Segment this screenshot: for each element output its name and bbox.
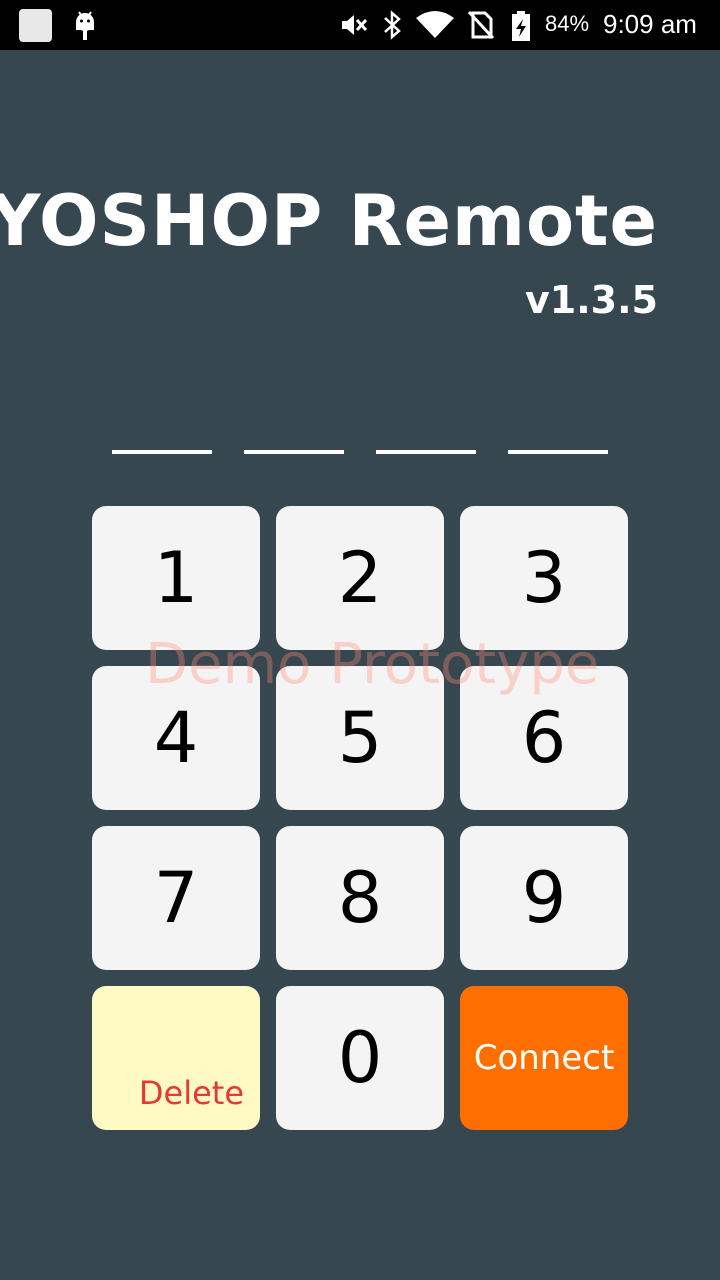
pin-slot-1	[112, 450, 212, 454]
wifi-icon	[416, 11, 454, 38]
key-5[interactable]: 5	[276, 666, 444, 810]
key-6[interactable]: 6	[460, 666, 628, 810]
delete-label: Delete	[138, 1074, 244, 1112]
app-icon	[19, 9, 52, 42]
key-8[interactable]: 8	[276, 826, 444, 970]
connect-label: Connect	[473, 1038, 615, 1078]
mute-icon	[342, 15, 368, 35]
no-sim-icon	[467, 10, 495, 40]
key-7[interactable]: 7	[92, 826, 260, 970]
android-icon	[76, 11, 94, 40]
pin-slot-3	[376, 450, 476, 454]
delete-button[interactable]: Delete	[92, 986, 260, 1130]
key-3[interactable]: 3	[460, 506, 628, 650]
clock: 9:09 am	[603, 9, 697, 39]
key-0[interactable]: 0	[276, 986, 444, 1130]
key-4[interactable]: 4	[92, 666, 260, 810]
key-9[interactable]: 9	[460, 826, 628, 970]
app-title: YOSHOP Remote	[0, 180, 658, 262]
status-bar: 84% 9:09 am	[0, 0, 720, 50]
connect-button[interactable]: Connect	[460, 986, 628, 1130]
bluetooth-icon	[384, 10, 401, 40]
key-1[interactable]: 1	[92, 506, 260, 650]
pin-slot-4	[508, 450, 608, 454]
key-2[interactable]: 2	[276, 506, 444, 650]
app-version: v1.3.5	[525, 278, 658, 322]
battery-charging-icon	[512, 11, 530, 41]
battery-percent: 84%	[545, 11, 590, 36]
pin-slot-2	[244, 450, 344, 454]
